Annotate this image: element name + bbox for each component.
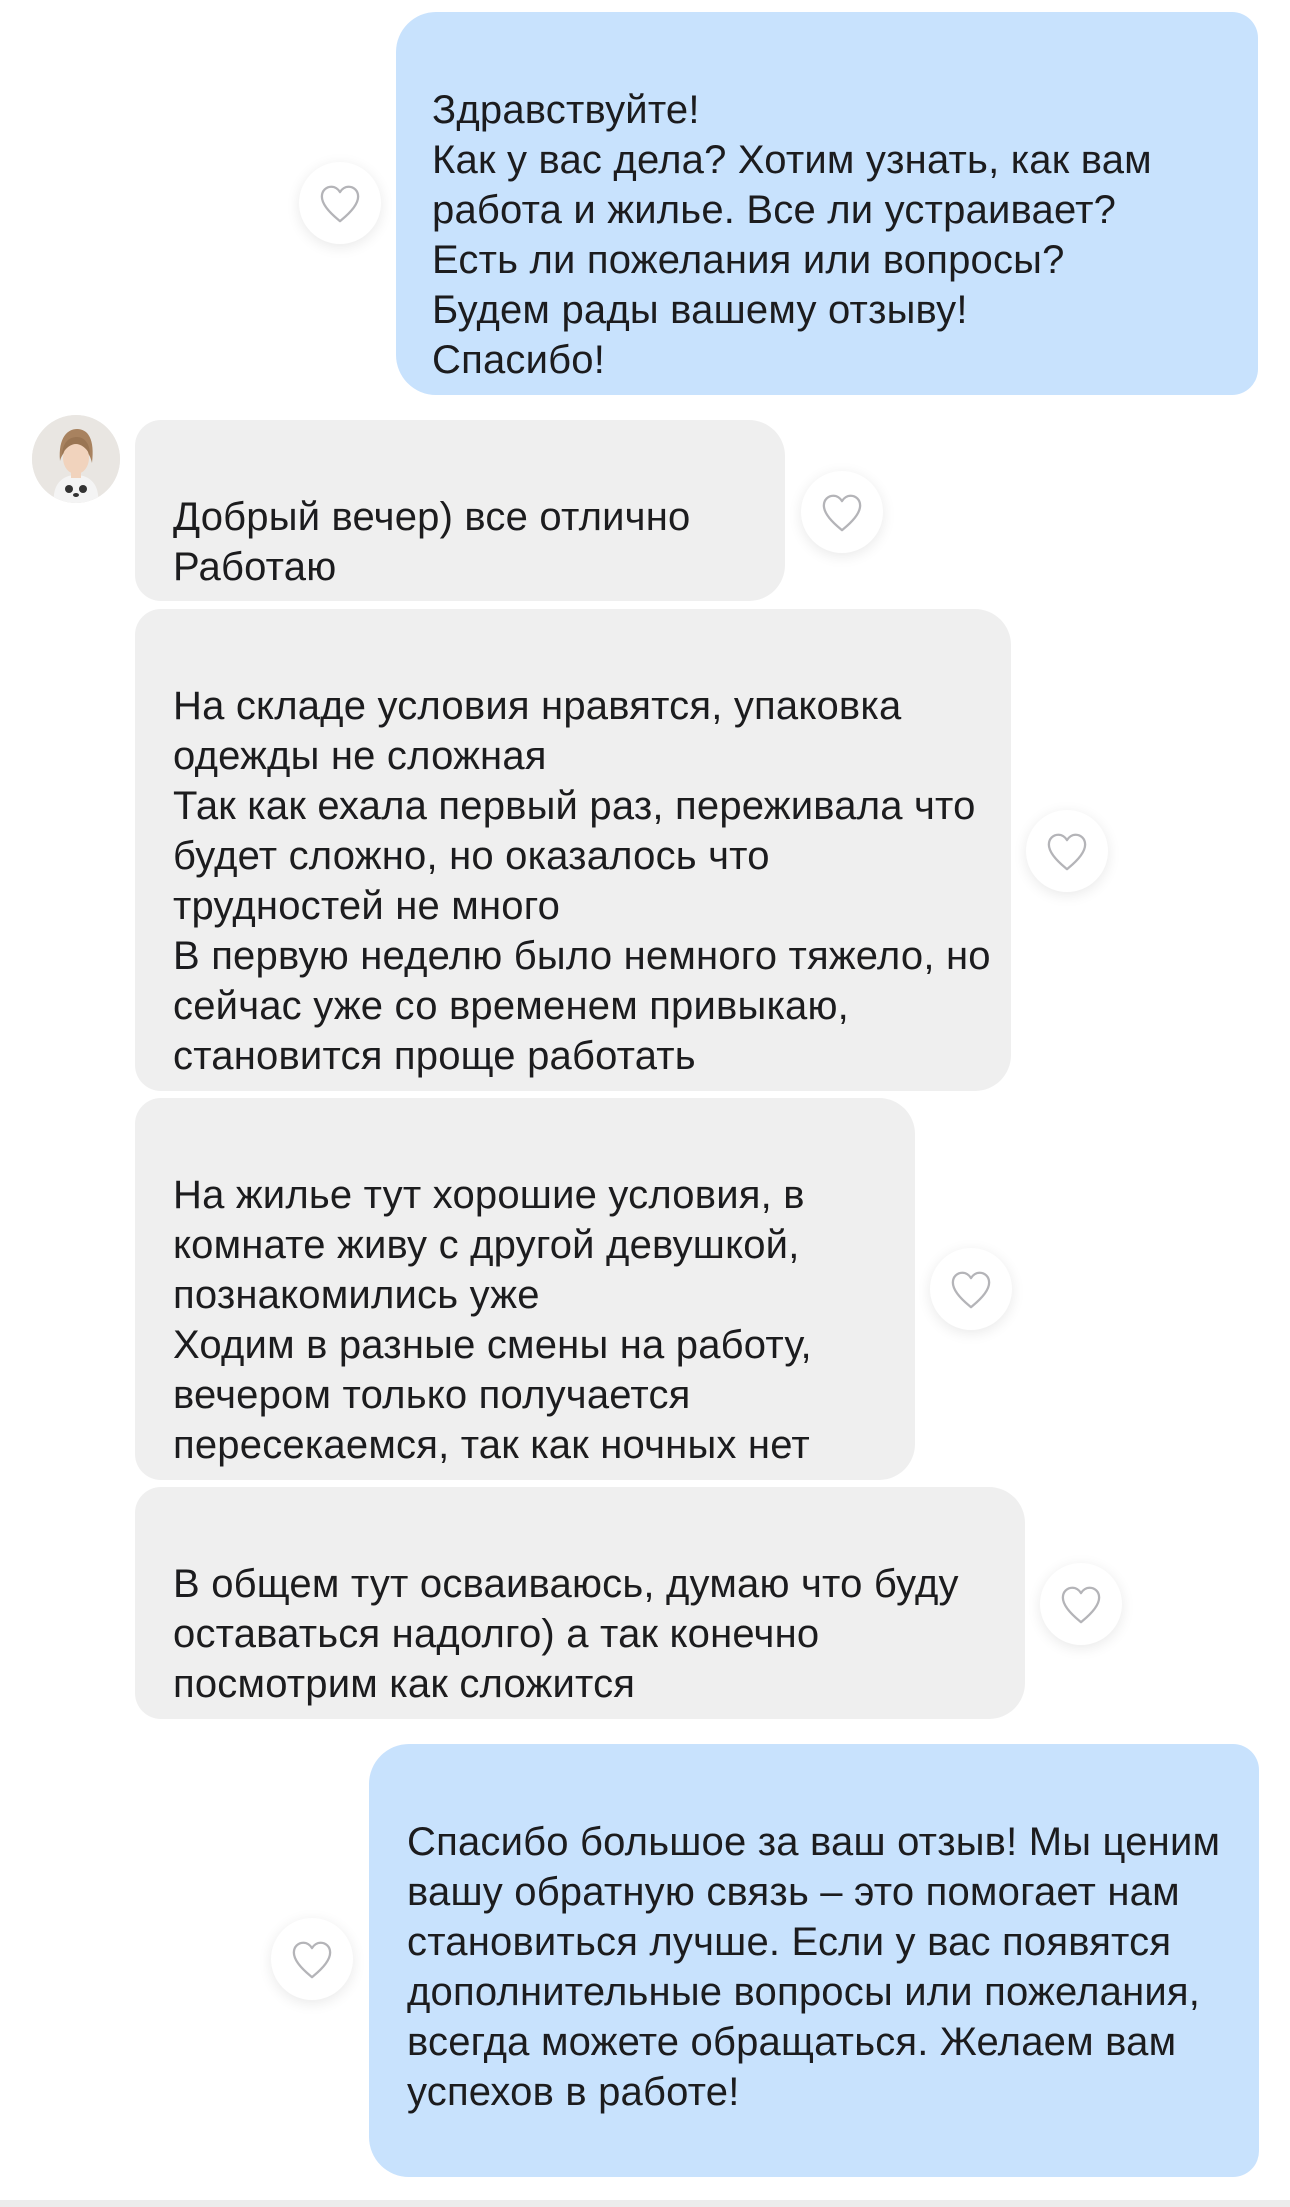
message-text: Спасибо большое за ваш отзыв! Мы ценим в… [407, 1820, 1221, 2114]
chat-thread: Здравствуйте! Как у вас дела? Хотим узна… [0, 0, 1290, 2207]
message-bubble-incoming[interactable]: На складе условия нравятся, упаковка оде… [135, 609, 1011, 1091]
message-text: Добрый вечер) все отлично Работаю [173, 495, 691, 589]
like-button[interactable] [801, 471, 883, 553]
divider [0, 2200, 1290, 2207]
message-bubble-outgoing[interactable]: Здравствуйте! Как у вас дела? Хотим узна… [396, 12, 1258, 395]
heart-outline-icon [822, 494, 862, 532]
message-text: На жилье тут хорошие условия, в комнате … [173, 1173, 812, 1467]
message-bubble-incoming[interactable]: В общем тут осваиваюсь, думаю что буду о… [135, 1487, 1025, 1719]
like-button[interactable] [1040, 1563, 1122, 1645]
like-button[interactable] [930, 1248, 1012, 1330]
message-bubble-incoming[interactable]: Добрый вечер) все отлично Работаю [135, 420, 785, 601]
contact-avatar-photo [32, 415, 120, 503]
message-bubble-outgoing[interactable]: Спасибо большое за ваш отзыв! Мы ценим в… [369, 1744, 1259, 2177]
heart-outline-icon [292, 1941, 332, 1979]
heart-outline-icon [951, 1271, 991, 1309]
like-button[interactable] [271, 1918, 353, 2000]
message-bubble-incoming[interactable]: На жилье тут хорошие условия, в комнате … [135, 1098, 915, 1480]
heart-outline-icon [1061, 1586, 1101, 1624]
avatar [32, 415, 120, 503]
heart-outline-icon [320, 185, 360, 223]
message-text: На складе условия нравятся, упаковка оде… [173, 684, 991, 1078]
message-text: Здравствуйте! Как у вас дела? Хотим узна… [432, 88, 1152, 382]
like-button[interactable] [299, 162, 381, 244]
heart-outline-icon [1047, 833, 1087, 871]
like-button[interactable] [1026, 810, 1108, 892]
message-text: В общем тут осваиваюсь, думаю что буду о… [173, 1562, 959, 1706]
